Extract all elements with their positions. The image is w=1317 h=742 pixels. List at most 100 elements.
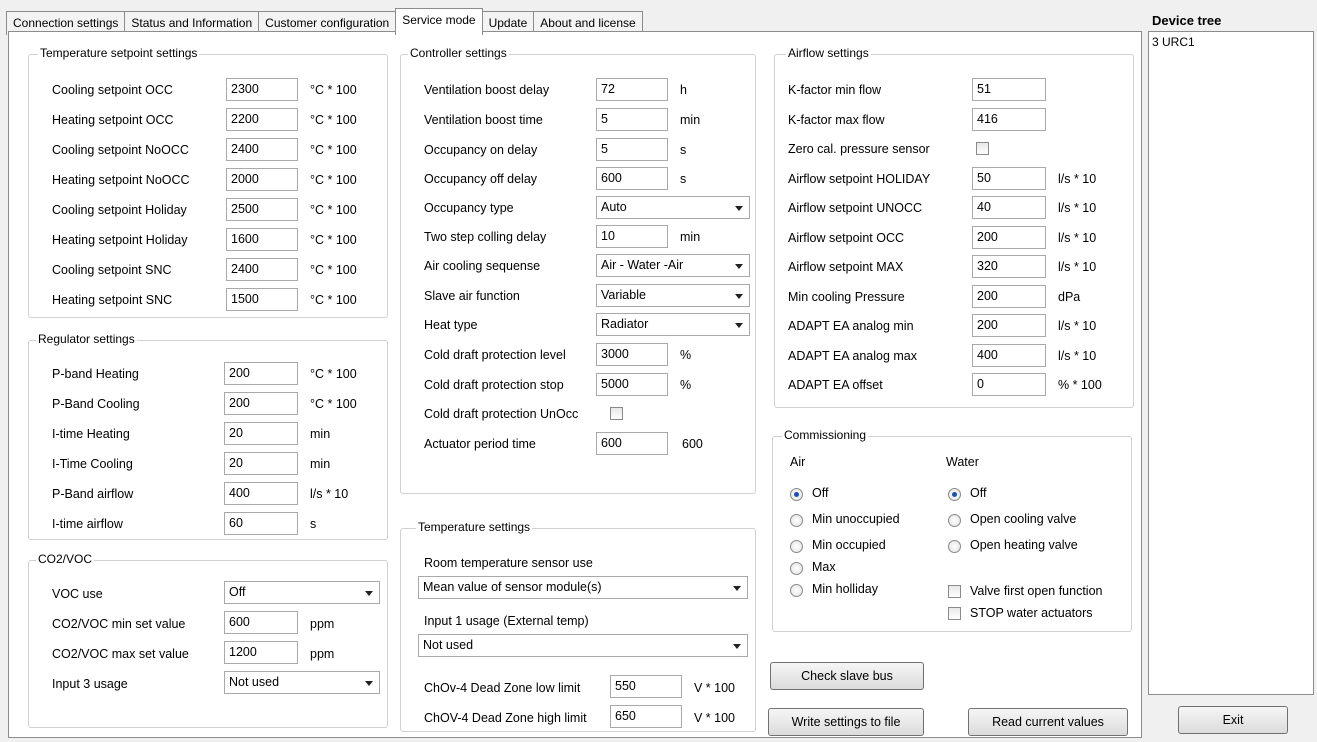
airflow-unit: l/s * 10	[1058, 348, 1097, 363]
air-radio[interactable]	[790, 540, 803, 553]
commissioning-air-label: Air	[790, 455, 806, 469]
water-radio[interactable]	[948, 514, 961, 527]
exit-button[interactable]: Exit	[1178, 706, 1288, 734]
airflow-input[interactable]: 50	[972, 166, 1046, 190]
dead-zone-high-unit: V * 100	[694, 711, 736, 725]
air-radio[interactable]	[790, 584, 803, 597]
co2voc-min-input[interactable]: 600	[224, 611, 298, 634]
controller-input[interactable]: 600	[596, 432, 668, 455]
device-tree-item[interactable]: 3 URC1	[1152, 35, 1195, 49]
airflow-label: Airflow setpoint HOLIDAY	[788, 171, 931, 186]
regulator-unit: min	[310, 427, 331, 441]
regulator-input[interactable]: 200	[224, 362, 298, 385]
regulator-unit: °C * 100	[310, 367, 357, 381]
airflow-input[interactable]: 416	[972, 107, 1046, 131]
valve-first-checkbox[interactable]	[948, 585, 961, 598]
controller-value: Auto	[601, 200, 627, 214]
room-sensor-select[interactable]: Mean value of sensor module(s)	[418, 576, 748, 599]
controller-select[interactable]: Auto	[596, 196, 750, 219]
input3-select[interactable]: Not used	[224, 671, 380, 694]
write-settings-button[interactable]: Write settings to file	[768, 708, 924, 736]
chevron-down-icon	[365, 591, 373, 596]
airflow-input[interactable]: 400	[972, 343, 1046, 367]
setpoint-input[interactable]: 2500	[226, 198, 298, 221]
water-radio[interactable]	[948, 540, 961, 553]
stop-water-checkbox[interactable]	[948, 607, 961, 620]
controller-label: Occupancy on delay	[424, 143, 538, 157]
airflow-unit: l/s * 10	[1058, 319, 1097, 333]
controller-label: Ventilation boost delay	[424, 83, 550, 97]
input1-select[interactable]: Not used	[418, 634, 748, 657]
setpoint-unit: °C * 100	[310, 263, 357, 277]
check-slave-bus-button[interactable]: Check slave bus	[770, 662, 924, 690]
controller-select[interactable]: Radiator	[596, 313, 750, 336]
regulator-input[interactable]: 20	[224, 422, 298, 445]
airflow-input[interactable]: 200	[972, 314, 1046, 337]
controller-select[interactable]: Air - Water -Air	[596, 254, 750, 277]
air-radio[interactable]	[790, 488, 803, 501]
controller-input[interactable]: 10	[596, 225, 668, 248]
controller-select[interactable]: Variable	[596, 284, 750, 307]
regulator-input[interactable]: 60	[224, 512, 298, 535]
controller-label: Occupancy off delay	[424, 172, 538, 186]
read-current-values-button[interactable]: Read current values	[968, 708, 1128, 736]
voc-use-label: VOC use	[52, 587, 103, 601]
airflow-unit: % * 100	[1058, 378, 1102, 392]
setpoint-input[interactable]: 2400	[226, 258, 298, 281]
controller-input[interactable]: 3000	[596, 343, 668, 366]
controller-input[interactable]: 5000	[596, 373, 668, 396]
setpoint-input[interactable]: 2300	[226, 78, 298, 101]
setpoint-label: Cooling setpoint OCC	[52, 83, 173, 97]
airflow-input[interactable]: 320	[972, 255, 1046, 278]
controller-label: Cold draft protection stop	[424, 378, 564, 392]
air-radio[interactable]	[790, 562, 803, 575]
controller-value: Air - Water -Air	[601, 258, 684, 272]
setpoint-input[interactable]: 1600	[226, 228, 298, 251]
cold-draft-unocc-checkbox[interactable]	[610, 407, 623, 420]
airflow-input[interactable]: 51	[972, 78, 1046, 101]
dead-zone-low-label: ChOv-4 Dead Zone low limit	[424, 681, 581, 695]
controller-label: Ventilation boost time	[424, 113, 543, 127]
regulator-input[interactable]: 200	[224, 392, 298, 415]
controller-unit: 600	[682, 437, 703, 451]
setpoint-input[interactable]: 2200	[226, 108, 298, 131]
setpoint-label: Cooling setpoint SNC	[52, 263, 172, 277]
airflow-input[interactable]: 40	[972, 196, 1046, 219]
controller-input[interactable]: 72	[596, 78, 668, 101]
controller-input[interactable]: 5	[596, 108, 668, 131]
regulator-unit: min	[310, 457, 331, 471]
setpoint-input[interactable]: 1500	[226, 288, 298, 311]
chevron-down-icon	[735, 206, 743, 211]
regulator-input[interactable]: 400	[224, 482, 298, 505]
dead-zone-low-input[interactable]: 550	[610, 675, 682, 698]
airflow-input[interactable]: 200	[972, 284, 1046, 308]
voc-use-select[interactable]: Off	[224, 581, 380, 604]
setpoint-input[interactable]: 2400	[226, 138, 298, 161]
airflow-input[interactable]: 200	[972, 225, 1046, 249]
setpoint-unit: °C * 100	[310, 143, 357, 157]
controller-title: Controller settings	[408, 46, 509, 60]
tab-service-mode[interactable]: Service mode	[395, 8, 483, 35]
chevron-down-icon	[365, 681, 373, 686]
chevron-down-icon	[735, 323, 743, 328]
co2voc-max-input[interactable]: 1200	[224, 641, 298, 664]
water-radio[interactable]	[948, 488, 961, 501]
controller-input[interactable]: 600	[596, 167, 668, 190]
airflow-input[interactable]: 0	[972, 373, 1046, 396]
water-option-label: Open cooling valve	[970, 512, 1077, 526]
setpoint-unit: °C * 100	[310, 233, 357, 247]
dead-zone-high-input[interactable]: 650	[610, 705, 682, 728]
regulator-label: P-band Heating	[52, 367, 139, 381]
air-option-label: Min holliday	[812, 582, 879, 596]
regulator-input[interactable]: 20	[224, 452, 298, 475]
controller-input[interactable]: 5	[596, 138, 668, 161]
setpoint-label: Heating setpoint Holiday	[52, 233, 188, 247]
zero-cal-checkbox[interactable]	[976, 142, 989, 155]
water-option-label: Off	[970, 486, 987, 500]
regulator-label: P-Band Cooling	[52, 397, 140, 411]
device-tree-panel	[1148, 31, 1314, 695]
air-radio[interactable]	[790, 514, 803, 527]
air-option-label: Min occupied	[812, 538, 886, 552]
input3-value: Not used	[229, 675, 280, 689]
setpoint-input[interactable]: 2000	[226, 168, 298, 191]
